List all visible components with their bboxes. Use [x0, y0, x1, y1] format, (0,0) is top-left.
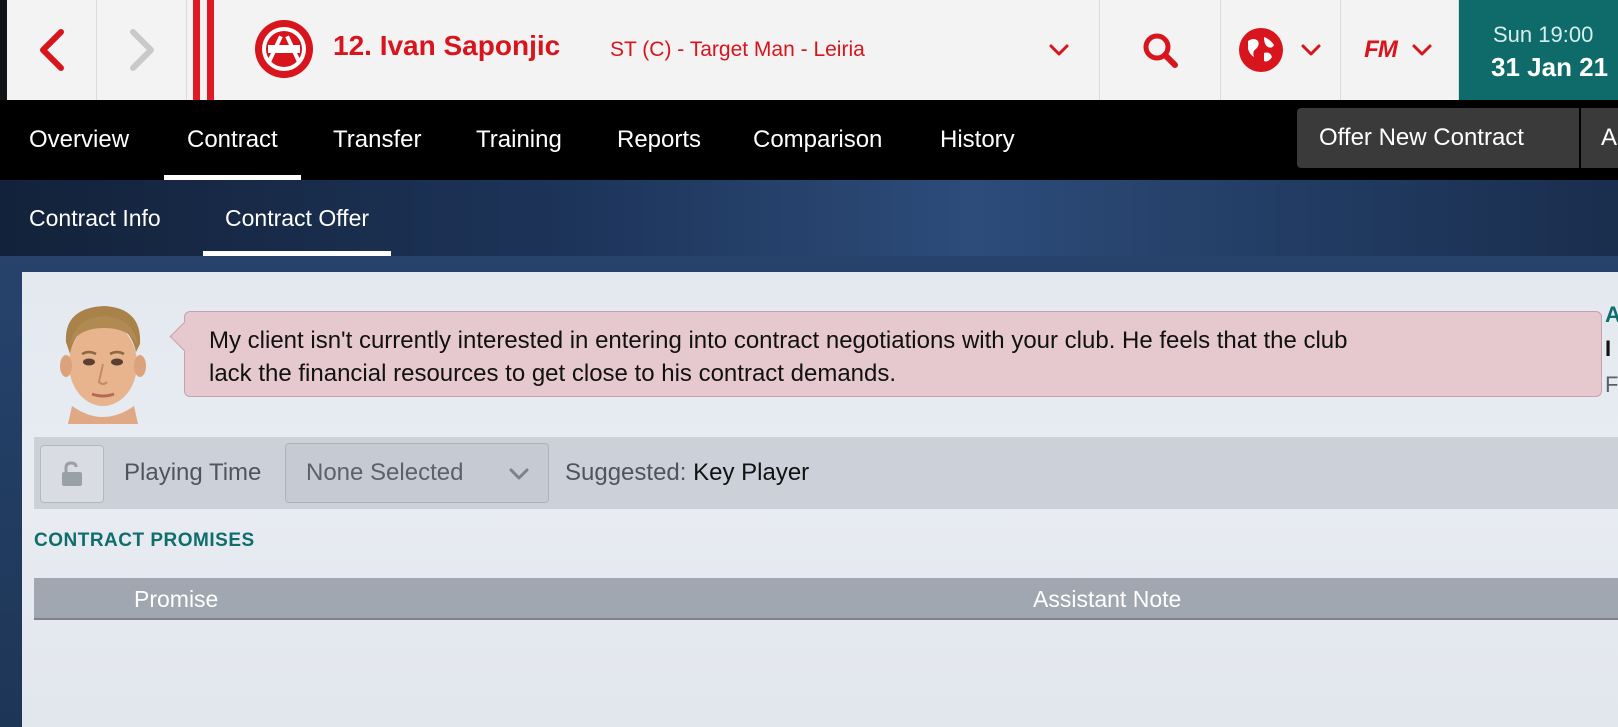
club-stripe: [207, 0, 214, 100]
continue-date-button[interactable]: Sun 19:00 31 Jan 21: [1459, 0, 1618, 100]
tab-transfer[interactable]: Transfer: [333, 100, 421, 180]
forward-button[interactable]: [97, 0, 187, 100]
column-header-assistant-note[interactable]: Assistant Note: [1033, 586, 1181, 613]
unlock-icon: [62, 461, 82, 486]
club-stripe: [193, 0, 200, 100]
chevron-down-icon: [1301, 44, 1320, 56]
game-time: Sun 19:00: [1493, 22, 1594, 47]
world-menu-button[interactable]: [1221, 0, 1341, 100]
globe-icon: [1238, 28, 1283, 72]
fm-menu-button[interactable]: FM: [1341, 0, 1459, 100]
back-arrow-icon: [39, 29, 64, 71]
side-panel-fragment: F: [1605, 372, 1618, 397]
extra-action-button[interactable]: A: [1581, 108, 1618, 168]
tab-training[interactable]: Training: [476, 100, 562, 180]
suggested-playing-time: Suggested: Key Player: [565, 459, 809, 487]
search-icon: [1143, 33, 1178, 68]
fm-logo: FM: [1364, 36, 1398, 63]
subtab-contract-offer[interactable]: Contract Offer: [202, 180, 392, 256]
promises-table-header: Promise Assistant Note: [34, 578, 1618, 620]
back-button[interactable]: [7, 0, 97, 100]
column-header-promise[interactable]: Promise: [134, 586, 218, 613]
sub-tab-bar: Contract Info Contract Offer: [0, 180, 1618, 256]
agent-message-bubble: My client isn't currently interested in …: [184, 311, 1602, 397]
chevron-down-icon: [1412, 44, 1432, 56]
contract-promises-title: CONTRACT PROMISES: [34, 530, 255, 551]
playing-time-dropdown[interactable]: None Selected: [285, 443, 549, 503]
tab-overview[interactable]: Overview: [29, 100, 129, 180]
offer-new-contract-button[interactable]: Offer New Contract: [1297, 108, 1579, 168]
tab-comparison[interactable]: Comparison: [753, 100, 882, 180]
lock-button[interactable]: [40, 445, 104, 503]
player-meta: ST (C) - Target Man - Leiria: [610, 38, 865, 61]
suggested-label: Suggested:: [565, 459, 687, 486]
search-button[interactable]: [1099, 0, 1221, 100]
tab-contract[interactable]: Contract: [164, 100, 301, 180]
tab-history[interactable]: History: [940, 100, 1015, 180]
forward-arrow-icon: [129, 29, 154, 71]
chevron-down-icon: [509, 468, 529, 480]
player-name: 12. Ivan Saponjic: [333, 30, 561, 61]
subtab-contract-info[interactable]: Contract Info: [29, 180, 161, 256]
club-crest-icon[interactable]: [253, 18, 315, 80]
top-header: 12. Ivan Saponjic ST (C) - Target Man - …: [0, 0, 1618, 100]
game-date: 31 Jan 21: [1491, 52, 1609, 82]
agent-message-line: My client isn't currently interested in …: [209, 327, 1348, 354]
agent-avatar: [60, 306, 146, 424]
side-panel-fragment: A: [1605, 302, 1618, 327]
playing-time-row: Playing Time None Selected Suggested: Ke…: [34, 437, 1618, 509]
side-panel-fragment: I: [1605, 336, 1612, 361]
playing-time-value: None Selected: [306, 459, 464, 486]
suggested-value: Key Player: [693, 459, 810, 486]
playing-time-label: Playing Time: [124, 459, 262, 486]
agent-message-line: lack the financial resources to get clos…: [209, 360, 897, 387]
tab-reports[interactable]: Reports: [617, 100, 701, 180]
chevron-down-icon[interactable]: [1045, 36, 1073, 64]
